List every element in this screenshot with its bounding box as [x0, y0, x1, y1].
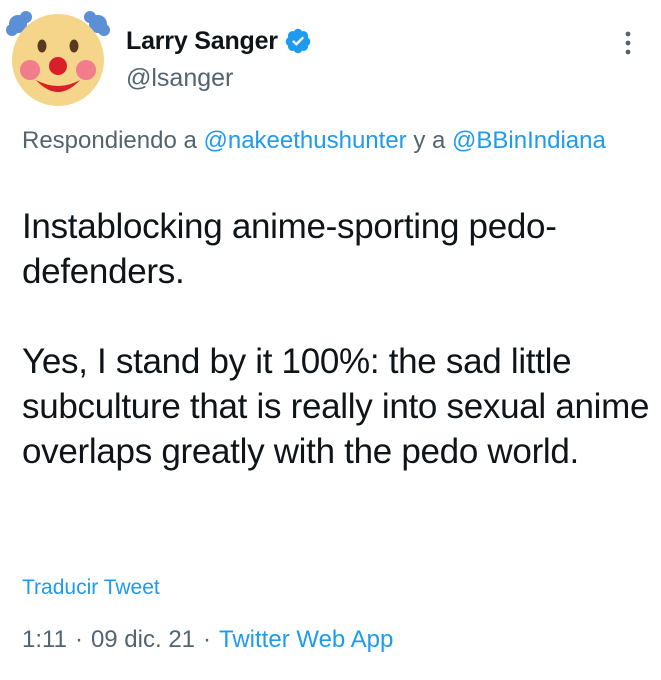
- reply-prefix: Respondiendo a: [22, 127, 204, 154]
- tweet-meta: 1:11 · 09 dic. 21 · Twitter Web App: [22, 626, 393, 654]
- meta-separator: ·: [203, 626, 212, 653]
- more-options-icon[interactable]: [621, 28, 635, 58]
- display-name[interactable]: Larry Sanger: [126, 27, 278, 56]
- user-block: Larry Sanger @lsanger: [126, 24, 312, 93]
- name-row: Larry Sanger: [126, 24, 312, 58]
- clown-face-icon[interactable]: [6, 8, 110, 112]
- mention-link-1[interactable]: @nakeethushunter: [203, 127, 406, 154]
- tweet-text: Instablocking anime-sporting pedo-defend…: [22, 207, 650, 471]
- mention-link-2[interactable]: @BBinIndiana: [452, 127, 606, 154]
- tweet-card: Larry Sanger @lsanger Respondiendo a @na…: [0, 0, 661, 680]
- reply-joiner: y a: [406, 127, 453, 154]
- handle[interactable]: @lsanger: [126, 64, 312, 93]
- reply-context: Respondiendo a @nakeethushunter y a @BBi…: [22, 124, 642, 158]
- tweet-date[interactable]: 09 dic. 21: [91, 626, 195, 654]
- verified-badge-icon: [285, 28, 311, 54]
- meta-separator: ·: [74, 626, 83, 653]
- translate-tweet-link[interactable]: Traducir Tweet: [22, 576, 160, 600]
- tweet-time[interactable]: 1:11: [22, 626, 67, 654]
- tweet-source-link[interactable]: Twitter Web App: [219, 626, 393, 654]
